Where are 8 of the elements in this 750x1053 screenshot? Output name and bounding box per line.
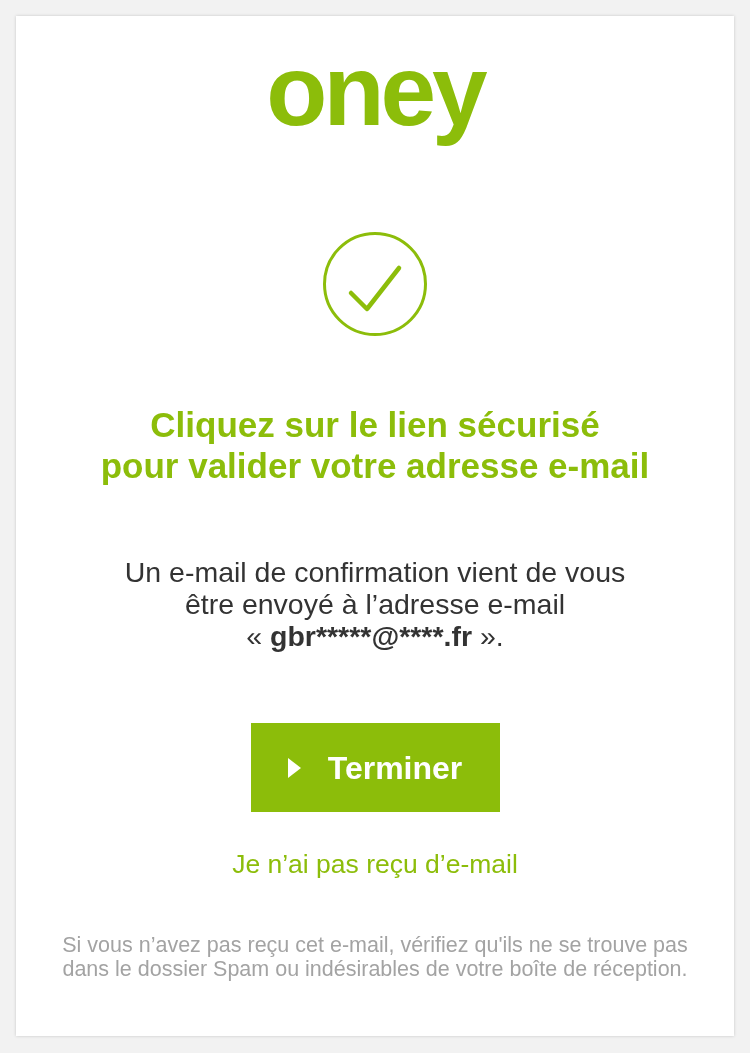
spam-note: Si vous n’avez pas reçu cet e-mail, vérifiez qu'ils ne se trouve pas dans le dossier Spam ou indésirables de votre boîte de réception.: [62, 933, 688, 981]
check-circle-icon: [323, 232, 427, 336]
confirmation-message: Un e-mail de confirmation vient de vous être envoyé à l’adresse e-mail « gbr*****@****.fr ».: [124, 556, 626, 652]
logo: oney: [265, 33, 486, 148]
no-email-link[interactable]: Je n’ai pas reçu d’e-mail: [232, 849, 518, 879]
heading: Cliquez sur le lien sécurisé pour valider votre adresse e-mail: [100, 404, 650, 486]
play-triangle-icon: [287, 757, 301, 778]
finish-button[interactable]: Terminer: [250, 723, 500, 812]
